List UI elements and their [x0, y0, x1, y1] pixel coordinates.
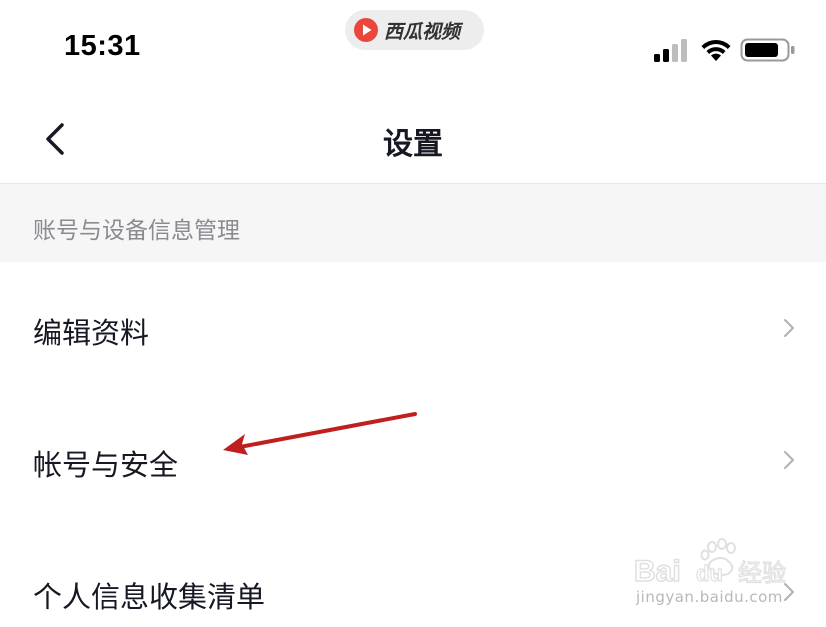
- menu-item-label: 个人信息收集清单: [33, 580, 266, 614]
- section-header: 账号与设备信息管理: [0, 183, 826, 262]
- menu-item-edit-profile[interactable]: 编辑资料: [0, 262, 826, 394]
- settings-screen: 15:31 西瓜视频 设置 账号与设备信息管理 编辑资料 帐号与安全 个人信息收…: [0, 0, 826, 627]
- status-bar: 15:31 西瓜视频: [0, 0, 826, 95]
- wifi-icon: [701, 39, 731, 61]
- page-title: 设置: [383, 127, 443, 162]
- return-to-app-pill[interactable]: 西瓜视频: [345, 10, 484, 50]
- section-header-label: 账号与设备信息管理: [33, 218, 240, 244]
- annotation-arrow: [223, 412, 417, 455]
- chevron-right-icon: [784, 451, 794, 469]
- status-time: 15:31: [64, 30, 141, 62]
- baidu-watermark-url: jingyan.baidu.com: [636, 588, 783, 606]
- svg-text:经验: 经验: [738, 559, 786, 587]
- svg-text:du: du: [696, 561, 723, 586]
- xigua-logo-icon: [354, 18, 378, 42]
- cellular-signal-icon: [654, 39, 687, 62]
- battery-icon: [740, 38, 795, 62]
- menu-item-label: 帐号与安全: [33, 448, 179, 482]
- navigation-bar: 设置: [0, 95, 826, 183]
- chevron-right-icon: [784, 319, 794, 337]
- svg-text:Bai: Bai: [634, 555, 681, 588]
- menu-item-label: 编辑资料: [33, 316, 150, 350]
- app-name: 西瓜视频: [384, 21, 461, 43]
